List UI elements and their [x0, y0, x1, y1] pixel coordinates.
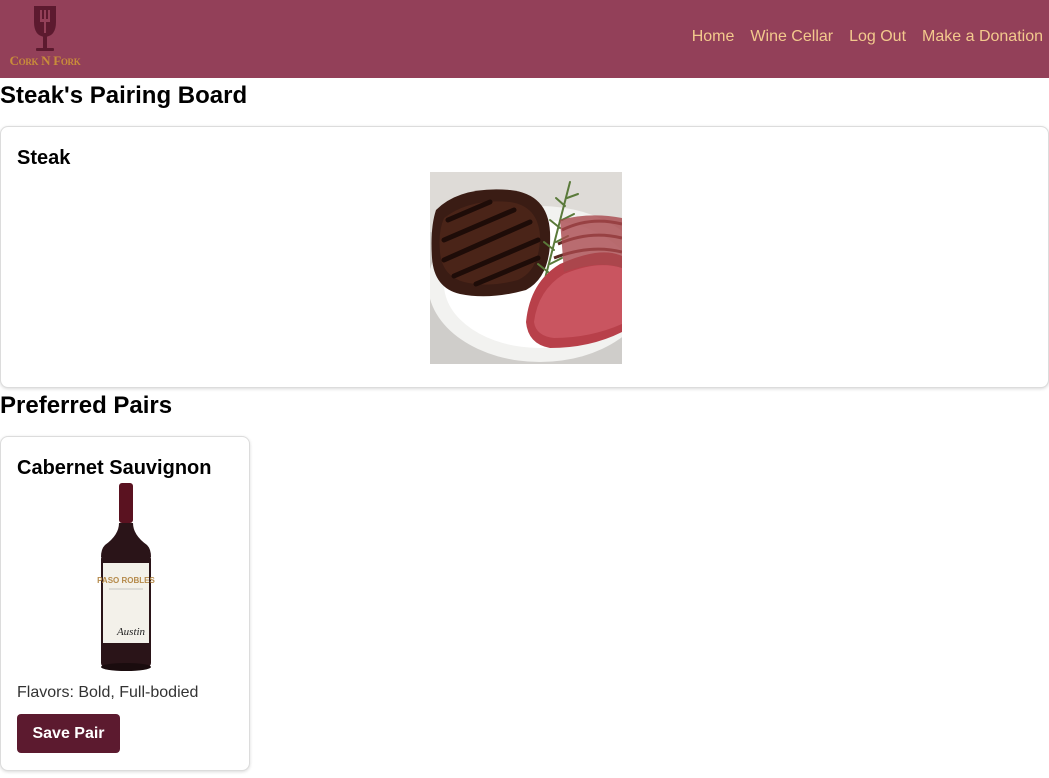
navbar: Cork N Fork Home Wine Cellar Log Out Mak…: [0, 0, 1049, 78]
wine-pair-card: Cabernet Sauvignon PASO ROBLES Austin Fl…: [0, 436, 250, 771]
nav-link-wine-cellar[interactable]: Wine Cellar: [750, 28, 833, 46]
wine-label-text: PASO ROBLES: [97, 576, 155, 585]
wine-name: Cabernet Sauvignon: [17, 457, 212, 479]
wine-bottle-image: PASO ROBLES Austin: [97, 483, 155, 671]
preferred-pairs-title: Preferred Pairs: [0, 392, 173, 419]
wine-glass-fork-icon: [34, 6, 56, 51]
wine-label-signature: Austin: [116, 626, 146, 638]
save-pair-button[interactable]: Save Pair: [17, 714, 120, 753]
logo-text: Cork N Fork: [9, 53, 81, 68]
food-card: Steak: [0, 126, 1049, 388]
nav-links: Home Wine Cellar Log Out Make a Donation: [692, 28, 1043, 46]
nav-link-log-out[interactable]: Log Out: [849, 28, 906, 46]
steak-image: [430, 172, 622, 364]
nav-link-home[interactable]: Home: [692, 28, 735, 46]
nav-link-make-a-donation[interactable]: Make a Donation: [922, 28, 1043, 46]
page-title: Steak's Pairing Board: [0, 82, 248, 109]
logo[interactable]: Cork N Fork: [6, 4, 84, 72]
wine-flavors: Flavors: Bold, Full-bodied: [17, 684, 199, 701]
food-name: Steak: [17, 147, 71, 169]
